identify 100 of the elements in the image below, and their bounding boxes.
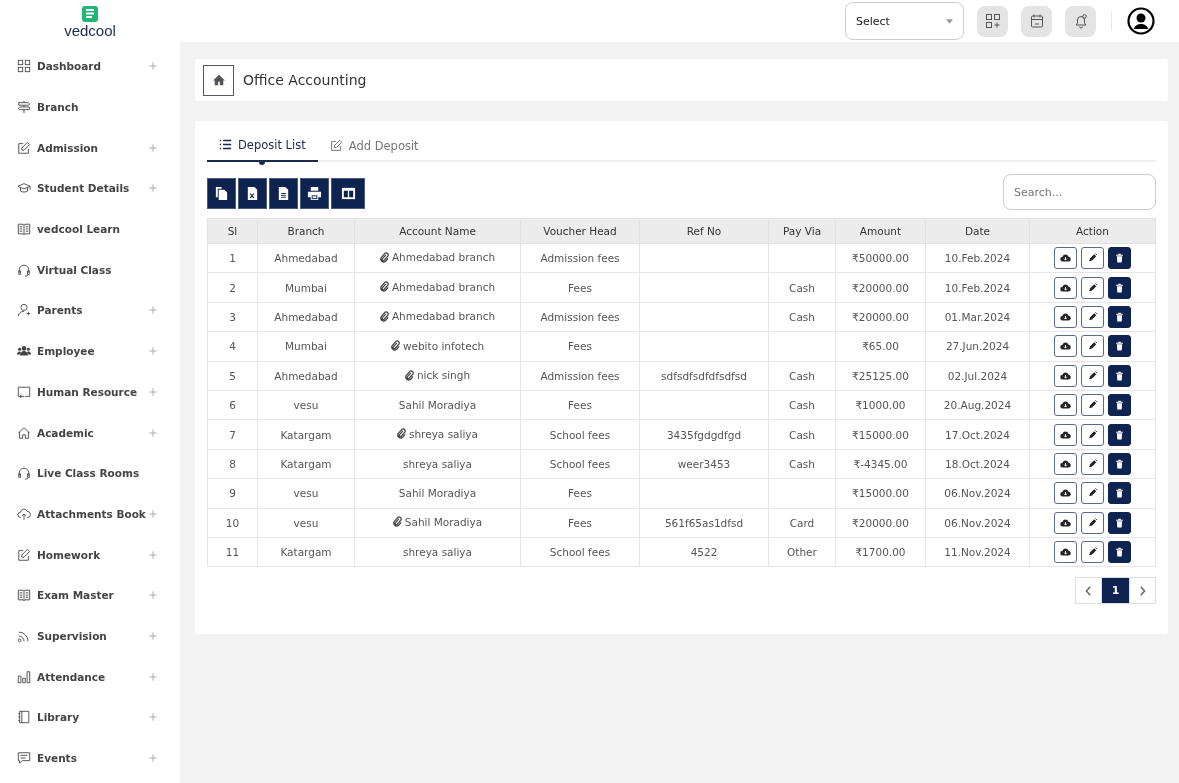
download-button[interactable]	[1054, 482, 1077, 505]
table-cell: 3	[229, 310, 236, 323]
tab[interactable]: Add Deposit	[317, 129, 431, 162]
table-cell: shreya saliya	[402, 546, 472, 559]
edit-button[interactable]	[1081, 276, 1104, 299]
print-button[interactable]	[300, 178, 329, 209]
document-button[interactable]	[269, 178, 298, 209]
delete-button[interactable]	[1108, 394, 1131, 417]
sidebar-item[interactable]: Admission	[0, 127, 180, 169]
sidebar-item[interactable]: Library	[0, 697, 180, 738]
table-cell: ₹25125.00	[852, 369, 909, 382]
delete-button[interactable]	[1108, 482, 1131, 505]
pen-icon	[1087, 370, 1098, 381]
copy-button[interactable]	[207, 178, 236, 209]
page-title: Office Accounting	[243, 72, 367, 88]
select-dropdown[interactable]: Select	[845, 2, 964, 40]
table-cell: ₹1000.00	[855, 399, 906, 412]
edit-button[interactable]	[1081, 541, 1104, 564]
delete-button[interactable]	[1108, 247, 1131, 270]
table-cell: 06.Nov.2024	[944, 516, 1011, 529]
sidebar-item[interactable]: Employee	[0, 330, 180, 372]
search-field[interactable]: Search...	[1003, 174, 1156, 210]
apps-icon[interactable]	[977, 5, 1008, 37]
download-button[interactable]	[1054, 541, 1077, 564]
column-header: Amount	[835, 218, 926, 244]
bar-chart-icon	[17, 669, 31, 684]
sidebar-item[interactable]: Supervision	[0, 615, 180, 657]
tab[interactable]: Deposit List	[207, 129, 318, 162]
edit-button[interactable]	[1081, 452, 1104, 475]
edit-button[interactable]	[1081, 511, 1104, 534]
download-button[interactable]	[1054, 394, 1077, 417]
edit-button[interactable]	[1081, 423, 1104, 446]
delete-button[interactable]	[1108, 364, 1131, 387]
delete-button[interactable]	[1108, 335, 1131, 358]
calendar-icon[interactable]	[1021, 5, 1052, 37]
book-icon	[17, 588, 31, 603]
download-button[interactable]	[1054, 276, 1077, 299]
table-cell: nick singh	[416, 369, 471, 381]
download-button[interactable]	[1054, 335, 1077, 358]
page-button[interactable]: 1	[1102, 577, 1129, 605]
avatar-icon[interactable]	[1127, 7, 1155, 35]
download-button[interactable]	[1054, 423, 1077, 446]
table-cell: ₹15000.00	[852, 487, 909, 500]
column-header: Pay Via	[768, 218, 836, 244]
download-button[interactable]	[1054, 247, 1077, 270]
table-cell: ₹65.00	[862, 340, 899, 353]
table-cell: 18.Oct.2024	[945, 457, 1010, 470]
columns-icon	[340, 186, 356, 201]
sidebar-item[interactable]: Human Resource	[0, 371, 180, 413]
delete-button[interactable]	[1108, 541, 1131, 564]
delete-button[interactable]	[1108, 423, 1131, 446]
headset-icon	[17, 262, 31, 277]
columns-button[interactable]	[331, 178, 365, 209]
table-cell: Fees	[568, 516, 592, 529]
table-cell: Sahil Moradiya	[404, 515, 483, 528]
edit-button[interactable]	[1081, 247, 1104, 270]
excel-button[interactable]	[238, 178, 267, 209]
grid-icon	[17, 59, 31, 74]
sidebar-item[interactable]: Parents	[0, 290, 180, 331]
home-button[interactable]	[203, 64, 234, 96]
edit-button[interactable]	[1081, 482, 1104, 505]
sidebar-item[interactable]: Homework	[0, 534, 180, 575]
delete-button[interactable]	[1108, 305, 1131, 328]
sidebar-item[interactable]: Events	[0, 737, 180, 779]
sidebar-item[interactable]: Student Details	[0, 168, 180, 209]
sidebar-item[interactable]: Branch	[0, 86, 180, 128]
table-cell: Fees	[568, 487, 592, 500]
trash-icon	[1114, 370, 1125, 381]
table-cell: vesu	[293, 516, 319, 529]
download-button[interactable]	[1054, 364, 1077, 387]
table-cell: Cash	[789, 369, 815, 382]
download-button[interactable]	[1054, 305, 1077, 328]
edit-button[interactable]	[1081, 364, 1104, 387]
bell-icon[interactable]	[1065, 5, 1096, 37]
cloud-download-icon	[1060, 429, 1071, 440]
delete-button[interactable]	[1108, 276, 1131, 299]
sidebar-item[interactable]: vedcool Learn	[0, 208, 180, 250]
table-cell: Admission fees	[540, 310, 620, 323]
download-button[interactable]	[1054, 511, 1077, 534]
edit-button[interactable]	[1081, 305, 1104, 328]
table-cell: Cash	[789, 399, 815, 412]
table-cell: 17.Oct.2024	[945, 428, 1010, 441]
edit-button[interactable]	[1081, 394, 1104, 417]
sidebar-item[interactable]: Attachments Book	[0, 493, 180, 535]
sidebar-item[interactable]: Dashboard	[0, 46, 180, 87]
table-cell: 4522	[690, 546, 718, 559]
edit-button[interactable]	[1081, 335, 1104, 358]
cloud-download-icon	[1060, 547, 1071, 558]
sidebar-item[interactable]: Attendance	[0, 656, 180, 697]
column-header: Date	[925, 218, 1030, 244]
table-cell: Other	[787, 546, 817, 559]
delete-button[interactable]	[1108, 511, 1131, 534]
table-cell: 5	[229, 369, 236, 382]
download-button[interactable]	[1054, 452, 1077, 475]
sidebar-item[interactable]: Academic	[0, 412, 180, 453]
column-header: Ref No	[639, 218, 769, 244]
sidebar-item[interactable]: Virtual Class	[0, 249, 180, 291]
delete-button[interactable]	[1108, 452, 1131, 475]
sidebar-item[interactable]: Live Class Rooms	[0, 452, 180, 494]
sidebar-item[interactable]: Exam Master	[0, 574, 180, 616]
